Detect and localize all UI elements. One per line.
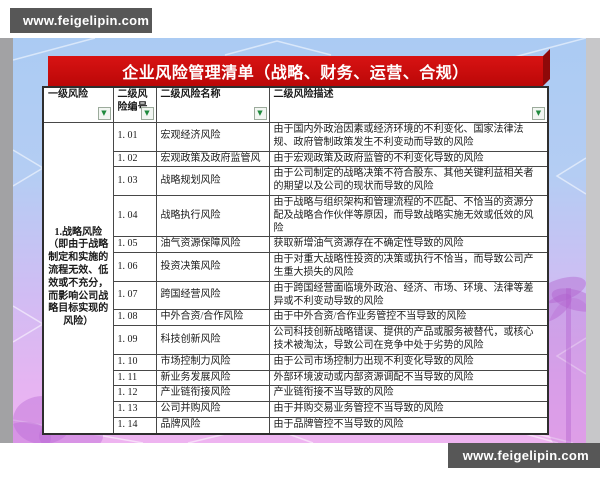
- risk-name-cell: 跨国经营风险: [155, 280, 270, 311]
- column-header-risk-id: 二级风险编号 ▼: [112, 86, 157, 123]
- risk-desc-cell: 由于国内外政治因素或经济环境的不利变化、国家法律法规、政府管制政策发生不利变动而…: [268, 122, 549, 152]
- table-row: 1.战略风险（即由于战略制定和实施的流程无效、低效或不充分，而影响公司战略目标实…: [42, 121, 549, 435]
- risk-id-cell: 1. 14: [112, 416, 157, 435]
- watermark-text: www.feigelipin.com: [462, 448, 589, 463]
- risk-id-cell: 1. 10: [112, 353, 157, 371]
- column-header-label: 二级风险名称: [160, 89, 221, 100]
- table-row: 1. 07 跨国经营风险 由于跨国经营面临境外政治、经济、市场、环境、法律等差异…: [43, 280, 549, 311]
- risk-id-cell: 1. 05: [112, 236, 157, 254]
- table-row: 1. 11 新业务发展风险 外部环境波动或内部资源调配不当导致的风险: [43, 369, 549, 387]
- watermark-top-left: www.feigelipin.com: [10, 8, 152, 33]
- risk-id-cell: 1. 02: [112, 150, 157, 168]
- table-row: 1. 02 宏观政策及政府监管风 由于宏观政策及政府监管的不利变化导致的风险: [43, 150, 549, 168]
- risk-desc-cell: 由于并购交易业务管控不当导致的风险: [268, 401, 549, 418]
- photo-edge-right: [586, 38, 600, 443]
- risk-name-cell: 油气资源保障风险: [155, 236, 270, 254]
- risk-table-container: 企业风险管理清单（战略、财务、运营、合规） 一级风险 ▼ 二级风险编号 ▼ 二级…: [42, 56, 549, 435]
- risk-name-cell: 宏观经济风险: [155, 122, 270, 152]
- risk-name-cell: 宏观政策及政府监管风: [155, 150, 270, 168]
- risk-id-cell: 1. 03: [112, 166, 157, 196]
- risk-name-cell: 公司并购风险: [155, 401, 270, 418]
- table-row: 1. 08 中外合资/合作风险 由于中外合资/合作业务管控不当导致的风险: [43, 309, 549, 327]
- table-row: 1. 10 市场控制力风险 由于公司市场控制力出现不利变化导致的风险: [43, 353, 549, 371]
- risk-id-cell: 1. 13: [112, 401, 157, 418]
- risk-desc-cell: 产业链衔接不当导致的风险: [268, 385, 549, 403]
- filter-dropdown-icon[interactable]: ▼: [532, 107, 545, 120]
- table-row: 1. 04 战略执行风险 由于战略与组织架构和管理流程的不匹配、不恰当的资源分配…: [43, 194, 549, 238]
- risk-name-cell: 中外合资/合作风险: [155, 309, 270, 327]
- risk-desc-cell: 公司科技创新战略错误、提供的产品或服务被替代，或核心技术被淘汰，导致公司在竞争中…: [268, 325, 549, 355]
- table-row: 1. 09 科技创新风险 公司科技创新战略错误、提供的产品或服务被替代，或核心技…: [43, 325, 549, 355]
- column-header-risk-name: 二级风险名称 ▼: [155, 86, 270, 123]
- column-header-label: 一级风险: [48, 89, 88, 100]
- risk-desc-cell: 外部环境波动或内部资源调配不当导致的风险: [268, 369, 549, 387]
- risk-desc-cell: 由于战略与组织架构和管理流程的不匹配、不恰当的资源分配及战略合作伙伴等原因，而导…: [268, 194, 549, 238]
- risk-name-cell: 市场控制力风险: [155, 353, 270, 371]
- level1-risk-cell: 1.战略风险（即由于战略制定和实施的流程无效、低效或不充分，而影响公司战略目标实…: [42, 121, 114, 435]
- risk-name-cell: 新业务发展风险: [155, 369, 270, 387]
- risk-desc-cell: 由于对重大战略性投资的决策或执行不恰当，而导致公司产生重大损失的风险: [268, 252, 549, 282]
- risk-desc-cell: 由于跨国经营面临境外政治、经济、市场、环境、法律等差异或不利变动导致的风险: [268, 280, 549, 311]
- table-row: 1. 05 油气资源保障风险 获取新增油气资源存在不确定性导致的风险: [43, 236, 549, 254]
- filter-dropdown-icon[interactable]: ▼: [253, 107, 267, 120]
- photo-edge-left: [0, 38, 13, 443]
- risk-desc-cell: 由于公司制定的战略决策不符合股东、其他关键利益相关者的期望以及公司的现状而导致的…: [268, 166, 549, 196]
- risk-name-cell: 战略执行风险: [155, 194, 270, 238]
- risk-name-cell: 产业链衔接风险: [155, 385, 270, 403]
- column-header-risk-desc: 二级风险描述 ▼: [268, 86, 549, 123]
- risk-id-cell: 1. 09: [112, 325, 157, 355]
- risk-id-cell: 1. 04: [112, 194, 157, 238]
- table-title-bar: 企业风险管理清单（战略、财务、运营、合规）: [48, 56, 543, 86]
- risk-desc-cell: 由于公司市场控制力出现不利变化导致的风险: [268, 353, 549, 371]
- risk-id-cell: 1. 01: [112, 122, 157, 152]
- risk-table: 一级风险 ▼ 二级风险编号 ▼ 二级风险名称 ▼ 二级风险描述 ▼ 1.战略风险…: [42, 86, 549, 435]
- watermark-bottom-right: www.feigelipin.com: [448, 443, 600, 468]
- header-row: 一级风险 ▼ 二级风险编号 ▼ 二级风险名称 ▼ 二级风险描述 ▼: [42, 86, 549, 123]
- column-header-label: 二级风险描述: [273, 89, 334, 100]
- risk-id-cell: 1. 08: [112, 309, 157, 327]
- risk-name-cell: 品牌风险: [155, 416, 270, 435]
- risk-id-cell: 1. 06: [112, 252, 157, 282]
- page-title: 企业风险管理清单（战略、财务、运营、合规）: [122, 65, 469, 82]
- risk-desc-cell: 获取新增油气资源存在不确定性导致的风险: [268, 236, 549, 254]
- watermark-text: www.feigelipin.com: [23, 13, 150, 28]
- filter-dropdown-icon[interactable]: ▼: [140, 107, 154, 120]
- risk-desc-cell: 由于中外合资/合作业务管控不当导致的风险: [268, 309, 549, 327]
- risk-id-cell: 1. 07: [112, 280, 157, 311]
- slide-background: 企业风险管理清单（战略、财务、运营、合规） 一级风险 ▼ 二级风险编号 ▼ 二级…: [13, 38, 586, 443]
- table-row: 1. 14 品牌风险 由于品牌管控不当导致的风险: [43, 416, 549, 435]
- risk-name-cell: 战略规划风险: [155, 166, 270, 196]
- table-row: 1. 13 公司并购风险 由于并购交易业务管控不当导致的风险: [43, 401, 549, 418]
- table-row: 1. 06 投资决策风险 由于对重大战略性投资的决策或执行不恰当，而导致公司产生…: [43, 252, 549, 282]
- table-row: 1. 12 产业链衔接风险 产业链衔接不当导致的风险: [43, 385, 549, 403]
- column-header-level1-risk: 一级风险 ▼: [42, 86, 114, 123]
- table-row: 1. 03 战略规划风险 由于公司制定的战略决策不符合股东、其他关键利益相关者的…: [43, 166, 549, 196]
- risk-desc-cell: 由于宏观政策及政府监管的不利变化导致的风险: [268, 150, 549, 168]
- risk-name-cell: 科技创新风险: [155, 325, 270, 355]
- risk-id-cell: 1. 12: [112, 385, 157, 403]
- risk-desc-cell: 由于品牌管控不当导致的风险: [268, 416, 549, 435]
- filter-dropdown-icon[interactable]: ▼: [97, 107, 111, 120]
- risk-id-cell: 1. 11: [112, 369, 157, 387]
- risk-name-cell: 投资决策风险: [155, 252, 270, 282]
